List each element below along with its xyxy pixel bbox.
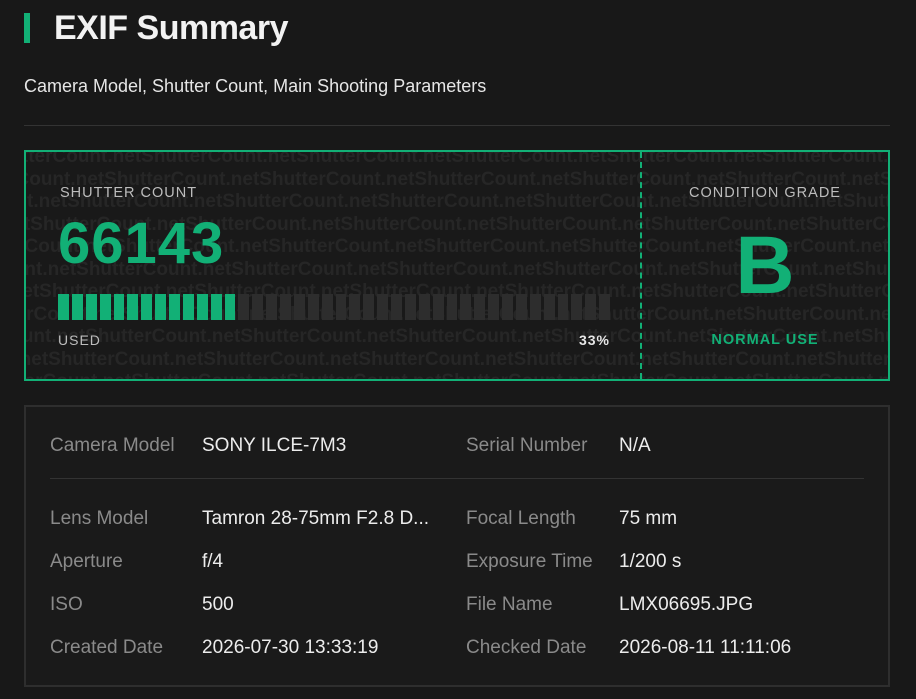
progress-segment [169,294,180,320]
shutter-count-card: ShutterCount.netShutterCount.netShutterC… [24,150,890,381]
progress-segment [502,294,513,320]
detail-value: 500 [202,594,234,615]
progress-segment [85,294,97,320]
progress-segment [113,294,125,320]
progress-segment [182,294,194,320]
detail-value: 2026-08-11 11:11:06 [619,637,792,658]
progress-segment [391,294,402,320]
progress-segment [155,294,166,320]
condition-grade-value: B [735,220,795,311]
details-divider [50,478,864,479]
title-accent-bar [24,13,30,43]
progress-segment [585,294,597,320]
detail-key: File Name [466,594,553,615]
progress-segment [141,294,153,320]
progress-segment [515,294,527,320]
progress-segment [377,294,388,320]
page-title: EXIF Summary [54,8,288,47]
used-label: USED [58,332,101,348]
detail-key: Aperture [50,551,123,572]
progress-segment [238,294,250,320]
shutter-count-label: SHUTTER COUNT [60,185,198,201]
detail-value: 2026-07-30 13:33:19 [202,637,379,658]
progress-segment [599,294,610,320]
details-row: Aperture f/4 Exposure Time 1/200 s [26,551,888,581]
progress-segment [363,294,375,320]
exif-details-card: Camera Model SONY ILCE-7M3 Serial Number… [24,405,890,687]
progress-segment [404,294,416,320]
detail-key: Lens Model [50,508,149,529]
shutter-count-value: 66143 [58,211,225,276]
detail-key: Focal Length [466,508,576,529]
progress-segment [293,294,305,320]
details-row: Camera Model SONY ILCE-7M3 Serial Number… [26,435,888,465]
detail-value: 1/200 s [619,551,682,572]
progress-segment [529,294,541,320]
detail-value: f/4 [202,551,224,572]
condition-grade-label: CONDITION GRADE [689,185,841,201]
shutter-count-panel: SHUTTER COUNT 66143 USED 33% [26,152,640,379]
progress-segment [210,294,222,320]
progress-segment [321,294,333,320]
progress-segment [543,294,555,320]
detail-key: ISO [50,594,83,615]
progress-segment [71,294,83,320]
progress-segment [280,294,291,320]
progress-segment [99,294,111,320]
usage-progress-bar [58,294,610,320]
used-percent: 33% [578,332,610,348]
detail-value: Tamron 28-75mm F2.8 D... [202,508,430,529]
progress-segment [349,294,361,320]
details-row: Lens Model Tamron 28-75mm F2.8 D... Foca… [26,508,888,538]
progress-segment [557,294,569,320]
progress-segment [446,294,458,320]
progress-segment [432,294,444,320]
condition-grade-panel: CONDITION GRADE B NORMAL USE [642,152,888,379]
page-subtitle: Camera Model, Shutter Count, Main Shooti… [24,76,487,96]
detail-value: SONY ILCE-7M3 [202,435,347,456]
progress-segment [488,294,499,320]
progress-segment [127,294,139,320]
progress-segment [196,294,208,320]
detail-value: 75 mm [619,508,678,529]
detail-value: LMX06695.JPG [619,594,754,615]
detail-key: Camera Model [50,435,175,456]
progress-segment [266,294,277,320]
progress-segment [58,294,69,320]
detail-key: Exposure Time [466,551,593,572]
details-row: Created Date 2026-07-30 13:33:19 Checked… [26,637,888,667]
progress-segment [252,294,264,320]
progress-segment [335,294,347,320]
progress-segment [307,294,319,320]
header-divider [24,125,890,126]
detail-key: Created Date [50,637,164,658]
header: EXIF Summary [24,8,288,48]
progress-segment [460,294,472,320]
detail-key: Checked Date [466,637,587,658]
detail-key: Serial Number [466,435,588,456]
detail-value: N/A [619,435,651,456]
condition-grade-description: NORMAL USE [711,332,819,348]
progress-segment [571,294,583,320]
progress-segment [418,294,430,320]
progress-segment [474,294,486,320]
progress-segment [224,294,236,320]
details-row: ISO 500 File Name LMX06695.JPG [26,594,888,624]
